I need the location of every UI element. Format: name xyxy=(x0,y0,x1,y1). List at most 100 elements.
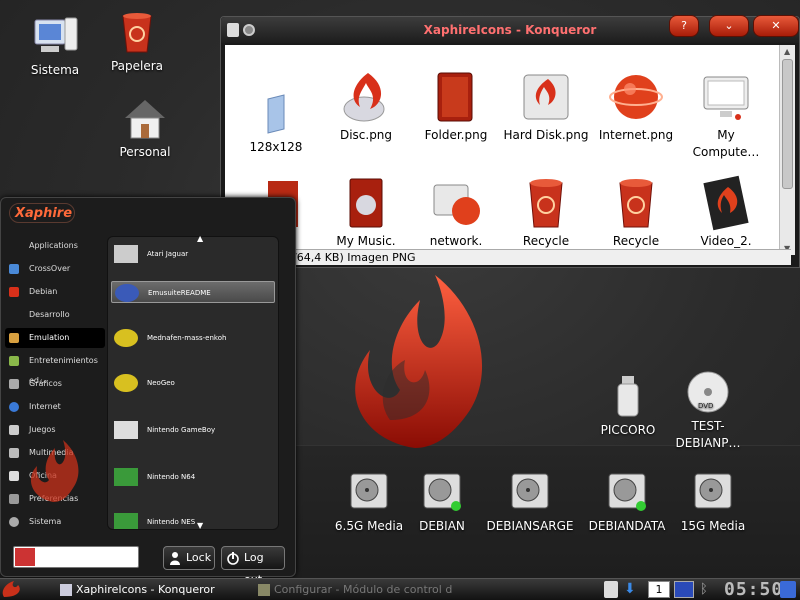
status-bar: /64,4 KB) Imagen PNG xyxy=(291,249,791,265)
app-item[interactable]: NeoGeo xyxy=(111,372,275,394)
file-item[interactable]: Recycle xyxy=(593,175,679,250)
desktop-icon-label: DEBIAN xyxy=(419,519,465,533)
menu-logo: Xaphire xyxy=(15,206,73,221)
app-item[interactable]: Mednafen-mass-enkoh xyxy=(111,327,275,349)
konqueror-window[interactable]: XaphireIcons - Konqueror ? ⌄ ✕ 128x128 D… xyxy=(220,15,800,268)
file-item[interactable]: Hard Disk.png xyxy=(503,69,589,144)
desktop-icon-label: Personal xyxy=(119,145,171,159)
file-item[interactable]: Folder.png xyxy=(413,69,499,144)
file-item[interactable]: 128x128 xyxy=(233,81,319,156)
app-label: Mednafen-mass-enkoh xyxy=(147,334,227,342)
file-label: Folder.png xyxy=(424,128,488,142)
hard-disk-icon xyxy=(523,74,569,120)
network-monitor-icon[interactable] xyxy=(674,581,694,598)
scrollbar-thumb[interactable] xyxy=(782,59,793,189)
app-item[interactable]: Nintendo NES xyxy=(111,511,275,529)
desktop-icon-personal[interactable]: Personal xyxy=(100,96,190,161)
monitor-icon xyxy=(703,76,749,120)
gameboy-icon xyxy=(114,421,138,439)
file-item[interactable]: Video_2. xyxy=(683,175,769,250)
app-item[interactable]: Atari Jaguar xyxy=(111,243,275,265)
file-item[interactable]: network. xyxy=(413,175,499,250)
category-label: Internet xyxy=(29,402,61,411)
desktop-icon-sistema[interactable]: Sistema xyxy=(10,14,100,79)
taskbar-task-kcontrol[interactable]: Configurar - Módulo de control de KD xyxy=(256,581,452,599)
app-list-scroll-up-icon[interactable]: ▲ xyxy=(197,234,203,243)
games-icon xyxy=(9,425,19,435)
wallpaper-flame-logo xyxy=(355,275,483,448)
desktop-icon-15g-media[interactable]: 15G Media xyxy=(668,470,758,535)
app-label: Atari Jaguar xyxy=(147,250,189,258)
app-list-scroll-down-icon[interactable]: ▼ xyxy=(197,521,203,530)
hard-disk-icon xyxy=(694,473,732,509)
file-item[interactable]: Disc.png xyxy=(323,69,409,144)
menu-category[interactable]: Applications xyxy=(5,236,105,256)
desktop-icon-label: Sistema xyxy=(30,63,80,77)
menu-category[interactable]: Entretenimientos ed… xyxy=(5,351,105,385)
file-view[interactable]: 128x128 Disc.png Folder.png Hard Disk.pn… xyxy=(225,45,791,265)
category-label: Emulation xyxy=(29,333,70,342)
desktop-icon-papelera[interactable]: Papelera xyxy=(92,10,182,75)
menu-category[interactable]: Desarrollo xyxy=(5,305,105,325)
taskbar: XaphireIcons - Konqueror Configurar - Mó… xyxy=(0,578,800,600)
window-titlebar[interactable]: XaphireIcons - Konqueror ? ⌄ ✕ xyxy=(221,15,799,43)
desktop-pager[interactable]: 1 xyxy=(648,581,670,598)
menu-category[interactable]: CrossOver xyxy=(5,259,105,279)
app-label: NeoGeo xyxy=(147,379,175,387)
menu-category[interactable]: Emulation xyxy=(5,328,105,348)
application-list[interactable]: Atari Jaguar EmusuiteREADME Mednafen-mas… xyxy=(107,236,279,530)
start-menu[interactable]: Xaphire Applications CrossOver Debian De… xyxy=(0,197,296,586)
category-label: Sistema xyxy=(29,517,62,526)
vertical-scrollbar[interactable]: ▲ ▼ xyxy=(779,45,795,255)
emusuite-icon xyxy=(115,284,139,302)
dvd-icon: DVD xyxy=(687,371,729,413)
file-label: My Music. xyxy=(336,234,396,248)
lock-label: Lock xyxy=(186,551,212,564)
menu-category[interactable]: Juegos xyxy=(5,420,105,440)
svg-text:DVD: DVD xyxy=(698,402,713,410)
logout-button[interactable]: Log out xyxy=(221,546,285,586)
category-label: Desarrollo xyxy=(29,310,70,319)
kde-logo-icon[interactable] xyxy=(780,581,796,598)
settings-icon xyxy=(258,584,270,596)
category-label: CrossOver xyxy=(29,264,71,273)
help-button[interactable]: ? xyxy=(669,15,699,37)
taskbar-task-konqueror[interactable]: XaphireIcons - Konqueror xyxy=(58,581,248,599)
minimize-button[interactable]: ⌄ xyxy=(709,15,749,37)
menu-category[interactable]: Gráficos xyxy=(5,374,105,394)
lock-button[interactable]: Lock xyxy=(163,546,215,570)
file-item[interactable]: Internet.png xyxy=(593,69,679,144)
n64-icon xyxy=(114,468,138,486)
close-button[interactable]: ✕ xyxy=(753,15,799,37)
menu-category[interactable]: Internet xyxy=(5,397,105,417)
menu-category[interactable]: Sistema xyxy=(5,512,105,532)
desktop-icon-debian[interactable]: DEBIAN xyxy=(397,470,487,535)
desktop-icon-label: 15G Media xyxy=(680,519,746,533)
music-icon xyxy=(349,178,383,228)
app-label: Nintendo GameBoy xyxy=(147,426,216,434)
graphics-icon xyxy=(9,379,19,389)
download-arrow-icon[interactable]: ⬇ xyxy=(624,581,640,598)
desktop-icon-debiandata[interactable]: DEBIANDATA xyxy=(582,470,672,535)
kmenu-flame-icon[interactable] xyxy=(0,579,40,599)
emulation-icon xyxy=(9,333,19,343)
menu-category[interactable]: Debian xyxy=(5,282,105,302)
app-item[interactable]: Nintendo GameBoy xyxy=(111,419,275,441)
app-item[interactable]: EmusuiteREADME xyxy=(111,281,275,303)
file-item[interactable]: My Music. xyxy=(323,175,409,250)
disc-icon xyxy=(343,73,385,122)
desktop-number: 1 xyxy=(655,583,663,596)
clipboard-icon[interactable] xyxy=(604,581,618,598)
scroll-up-icon[interactable]: ▲ xyxy=(784,47,790,56)
file-label: network. xyxy=(429,234,483,248)
desktop-icon-test-debianp[interactable]: DVD TEST-DEBIANP… xyxy=(663,370,753,452)
search-input[interactable] xyxy=(13,546,139,568)
desktop-icon-piccoro[interactable]: PICCORO xyxy=(583,374,673,439)
category-label: Applications xyxy=(29,241,78,250)
bluetooth-icon[interactable]: ᛒ xyxy=(700,581,712,598)
file-item[interactable]: Recycle xyxy=(503,175,589,250)
file-item[interactable]: My Compute… xyxy=(683,69,769,161)
app-item[interactable]: Nintendo N64 xyxy=(111,466,275,488)
desktop-icon-debiansarge[interactable]: DEBIANSARGE xyxy=(485,470,575,535)
file-label: Hard Disk.png xyxy=(503,128,589,142)
